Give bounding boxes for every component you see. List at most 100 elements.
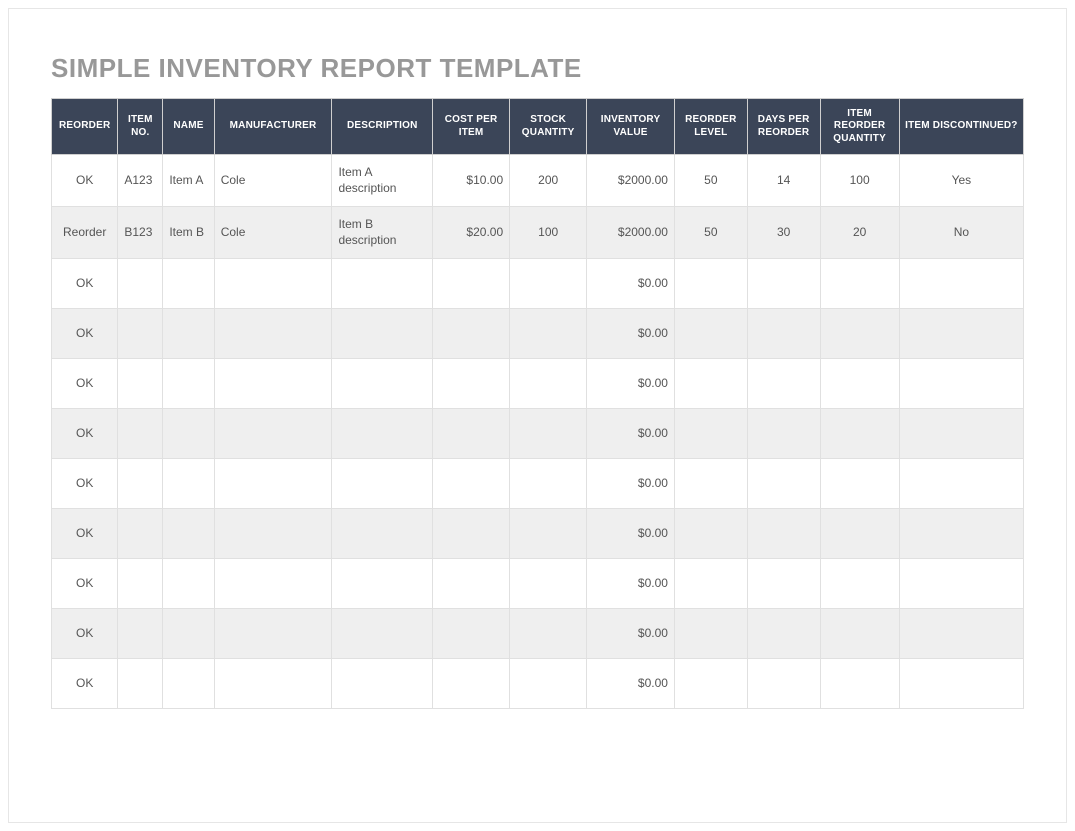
col-reorder: REORDER bbox=[52, 99, 118, 155]
table-row: OK $0.00 bbox=[52, 259, 1024, 309]
col-cost-per-item: COST PER ITEM bbox=[433, 99, 510, 155]
cell-reorder-level bbox=[674, 659, 747, 709]
cell-reorder: OK bbox=[52, 409, 118, 459]
cell-inventory-value: $0.00 bbox=[587, 609, 675, 659]
cell-stock-quantity bbox=[510, 359, 587, 409]
cell-name bbox=[163, 359, 214, 409]
cell-manufacturer bbox=[214, 559, 332, 609]
cell-reorder-level bbox=[674, 559, 747, 609]
cell-reorder: OK bbox=[52, 559, 118, 609]
cell-description: Item A description bbox=[332, 155, 433, 207]
cell-item-reorder-quantity bbox=[820, 509, 899, 559]
cell-stock-quantity bbox=[510, 559, 587, 609]
cell-item-discontinued: No bbox=[899, 207, 1023, 259]
cell-item-no bbox=[118, 309, 163, 359]
col-inventory-value: INVENTORY VALUE bbox=[587, 99, 675, 155]
cell-inventory-value: $2000.00 bbox=[587, 155, 675, 207]
cell-cost-per-item bbox=[433, 509, 510, 559]
table-row: ReorderB123Item BColeItem B description$… bbox=[52, 207, 1024, 259]
cell-days-per-reorder bbox=[747, 409, 820, 459]
cell-days-per-reorder bbox=[747, 559, 820, 609]
cell-manufacturer bbox=[214, 459, 332, 509]
cell-reorder-level bbox=[674, 359, 747, 409]
inventory-table: REORDER ITEM NO. NAME MANUFACTURER DESCR… bbox=[51, 98, 1024, 709]
cell-item-reorder-quantity bbox=[820, 609, 899, 659]
cell-name bbox=[163, 509, 214, 559]
col-description: DESCRIPTION bbox=[332, 99, 433, 155]
cell-item-discontinued bbox=[899, 559, 1023, 609]
cell-reorder: OK bbox=[52, 259, 118, 309]
cell-reorder: OK bbox=[52, 309, 118, 359]
cell-cost-per-item: $20.00 bbox=[433, 207, 510, 259]
cell-item-discontinued bbox=[899, 409, 1023, 459]
table-row: OKA123Item AColeItem A description$10.00… bbox=[52, 155, 1024, 207]
cell-manufacturer bbox=[214, 509, 332, 559]
document-frame: SIMPLE INVENTORY REPORT TEMPLATE REORDER… bbox=[8, 8, 1067, 823]
cell-item-reorder-quantity: 100 bbox=[820, 155, 899, 207]
cell-reorder: OK bbox=[52, 359, 118, 409]
cell-cost-per-item bbox=[433, 659, 510, 709]
cell-description bbox=[332, 509, 433, 559]
cell-cost-per-item bbox=[433, 309, 510, 359]
cell-item-discontinued bbox=[899, 609, 1023, 659]
table-row: OK $0.00 bbox=[52, 659, 1024, 709]
cell-manufacturer bbox=[214, 409, 332, 459]
cell-inventory-value: $0.00 bbox=[587, 509, 675, 559]
cell-stock-quantity bbox=[510, 409, 587, 459]
cell-inventory-value: $0.00 bbox=[587, 259, 675, 309]
cell-reorder-level bbox=[674, 609, 747, 659]
cell-item-reorder-quantity bbox=[820, 659, 899, 709]
cell-days-per-reorder bbox=[747, 259, 820, 309]
cell-item-discontinued bbox=[899, 359, 1023, 409]
cell-cost-per-item bbox=[433, 609, 510, 659]
cell-days-per-reorder bbox=[747, 659, 820, 709]
cell-description: Item B description bbox=[332, 207, 433, 259]
cell-cost-per-item: $10.00 bbox=[433, 155, 510, 207]
cell-name: Item B bbox=[163, 207, 214, 259]
cell-stock-quantity bbox=[510, 459, 587, 509]
cell-name: Item A bbox=[163, 155, 214, 207]
cell-item-no bbox=[118, 659, 163, 709]
cell-item-no bbox=[118, 409, 163, 459]
table-row: OK$0.00 bbox=[52, 359, 1024, 409]
cell-description bbox=[332, 559, 433, 609]
cell-days-per-reorder: 30 bbox=[747, 207, 820, 259]
col-item-discontinued: ITEM DISCONTINUED? bbox=[899, 99, 1023, 155]
cell-description bbox=[332, 259, 433, 309]
cell-name bbox=[163, 259, 214, 309]
cell-stock-quantity: 100 bbox=[510, 207, 587, 259]
cell-inventory-value: $0.00 bbox=[587, 659, 675, 709]
col-name: NAME bbox=[163, 99, 214, 155]
cell-item-discontinued bbox=[899, 259, 1023, 309]
cell-description bbox=[332, 459, 433, 509]
cell-item-no: A123 bbox=[118, 155, 163, 207]
table-row: OK $0.00 bbox=[52, 409, 1024, 459]
cell-item-discontinued bbox=[899, 459, 1023, 509]
cell-item-discontinued bbox=[899, 509, 1023, 559]
cell-manufacturer bbox=[214, 309, 332, 359]
table-row: OK$0.00 bbox=[52, 559, 1024, 609]
cell-name bbox=[163, 409, 214, 459]
cell-stock-quantity: 200 bbox=[510, 155, 587, 207]
cell-reorder: OK bbox=[52, 659, 118, 709]
cell-days-per-reorder: 14 bbox=[747, 155, 820, 207]
col-reorder-level: REORDER LEVEL bbox=[674, 99, 747, 155]
cell-item-no bbox=[118, 559, 163, 609]
col-stock-quantity: STOCK QUANTITY bbox=[510, 99, 587, 155]
table-row: OK$0.00 bbox=[52, 509, 1024, 559]
table-row: OK$0.00 bbox=[52, 459, 1024, 509]
cell-stock-quantity bbox=[510, 259, 587, 309]
cell-inventory-value: $0.00 bbox=[587, 409, 675, 459]
cell-name bbox=[163, 609, 214, 659]
cell-item-discontinued: Yes bbox=[899, 155, 1023, 207]
cell-reorder-level bbox=[674, 509, 747, 559]
cell-manufacturer bbox=[214, 659, 332, 709]
col-item-no: ITEM NO. bbox=[118, 99, 163, 155]
cell-cost-per-item bbox=[433, 409, 510, 459]
cell-cost-per-item bbox=[433, 559, 510, 609]
cell-manufacturer bbox=[214, 259, 332, 309]
cell-reorder: Reorder bbox=[52, 207, 118, 259]
cell-inventory-value: $0.00 bbox=[587, 459, 675, 509]
table-header-row: REORDER ITEM NO. NAME MANUFACTURER DESCR… bbox=[52, 99, 1024, 155]
cell-description bbox=[332, 659, 433, 709]
